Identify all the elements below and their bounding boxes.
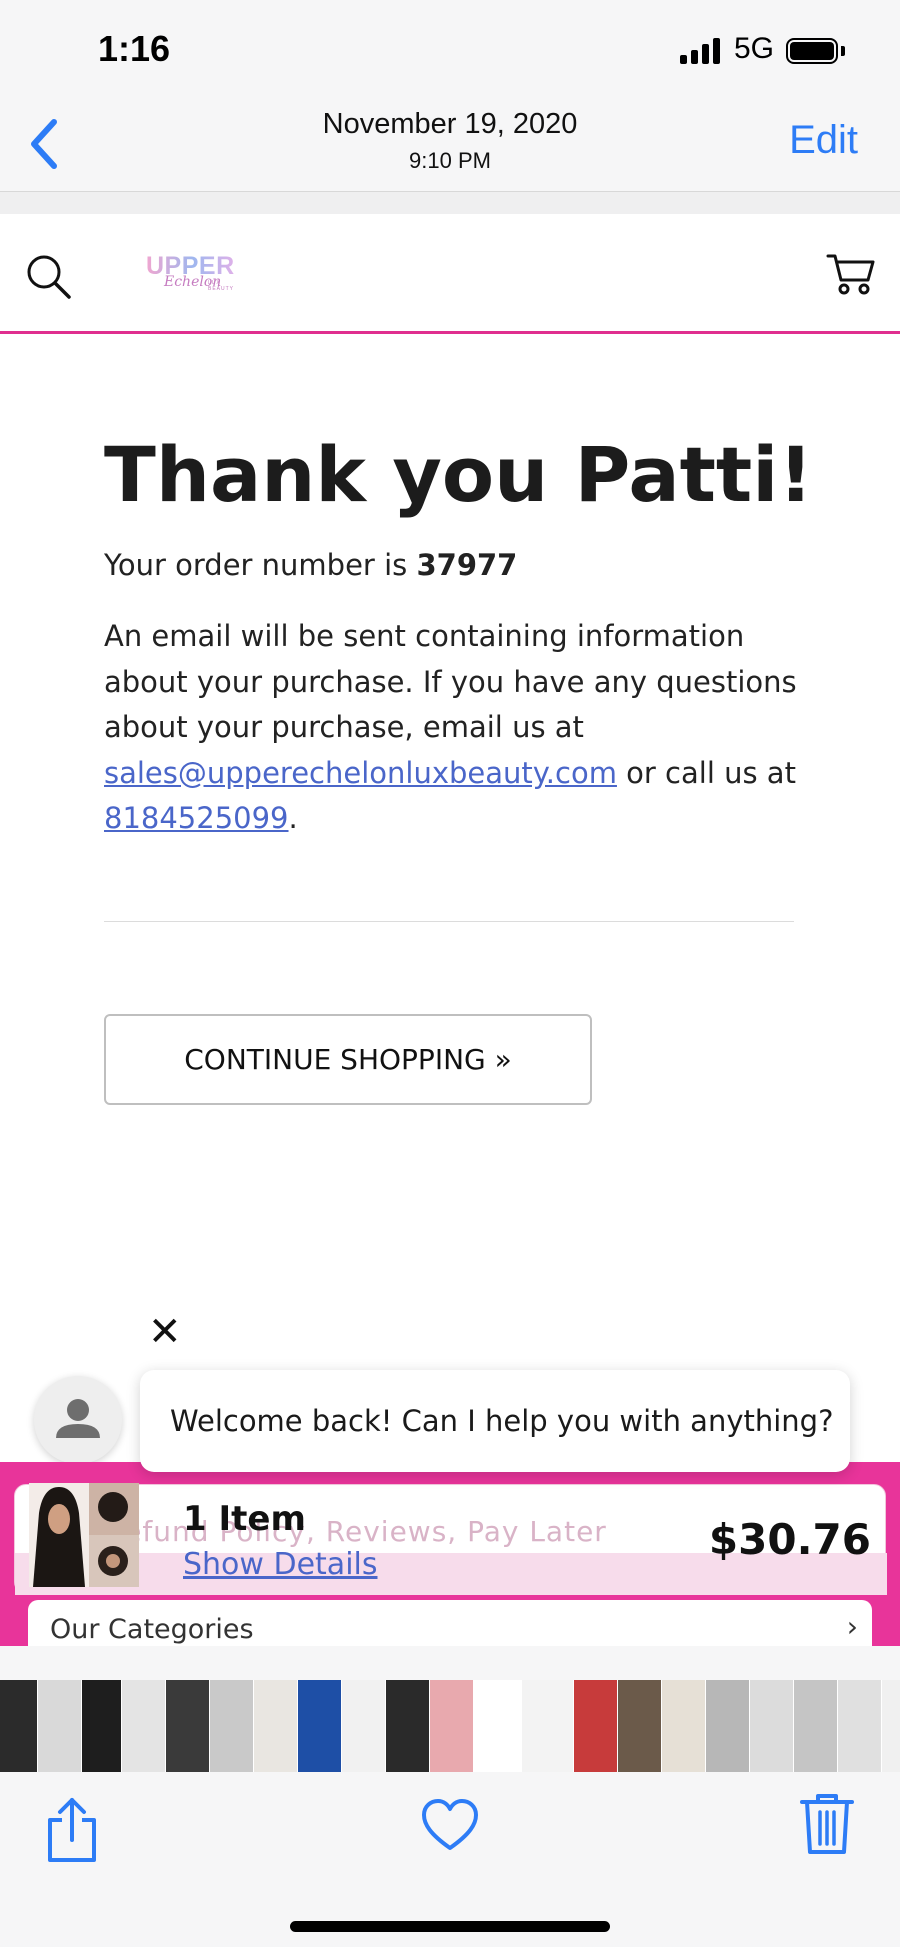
logo-subtitle: LUX BEAUTY xyxy=(208,280,235,292)
photo-thumbnail-strip[interactable] xyxy=(0,1680,900,1772)
show-details-link[interactable]: Show Details xyxy=(183,1547,378,1582)
categories-row[interactable]: Our Categories › xyxy=(28,1600,872,1646)
favorite-button[interactable] xyxy=(420,1796,480,1860)
photo-thumbnail[interactable] xyxy=(574,1680,618,1772)
photo-thumbnail[interactable] xyxy=(166,1680,210,1772)
confirmation-message: An email will be sent containing informa… xyxy=(104,614,824,842)
screenshot-gap xyxy=(0,192,900,214)
site-header: UPPER Echelon LUX BEAUTY xyxy=(0,214,900,334)
phone-link[interactable]: 8184525099 xyxy=(104,801,289,835)
person-icon xyxy=(56,1399,100,1438)
continue-shopping-button[interactable]: CONTINUE SHOPPING » xyxy=(104,1014,592,1105)
order-number: 37977 xyxy=(416,548,518,582)
photo-thumbnail[interactable] xyxy=(794,1680,838,1772)
photo-thumbnail[interactable] xyxy=(38,1680,82,1772)
chat-avatar[interactable] xyxy=(34,1376,122,1464)
screenshot-content[interactable]: UPPER Echelon LUX BEAUTY Thank you Patti… xyxy=(0,214,900,1646)
photo-thumbnail[interactable] xyxy=(0,1680,38,1772)
battery-icon xyxy=(786,38,838,64)
edit-button[interactable]: Edit xyxy=(789,118,858,163)
divider xyxy=(104,921,794,922)
status-bar: 1:16 5G xyxy=(0,0,900,100)
email-info-text: An email will be sent containing informa… xyxy=(104,619,797,744)
order-prefix: Your order number is xyxy=(104,548,417,582)
photo-date: November 19, 2020 xyxy=(322,108,578,140)
trash-icon xyxy=(800,1794,854,1854)
period: . xyxy=(288,801,298,835)
email-link[interactable]: sales@upperechelonluxbeauty.com xyxy=(104,756,617,790)
photo-thumbnail[interactable] xyxy=(474,1680,522,1772)
thank-you-heading: Thank you Patti! xyxy=(104,430,813,519)
call-text: or call us at xyxy=(616,755,796,790)
photo-thumbnail[interactable] xyxy=(82,1680,122,1772)
ghost-text: Refund Policy, Reviews, Pay Later xyxy=(105,1515,607,1548)
photo-thumbnail[interactable] xyxy=(342,1680,386,1772)
home-indicator xyxy=(290,1921,610,1932)
photo-thumbnail[interactable] xyxy=(122,1680,166,1772)
cart-icon[interactable] xyxy=(826,252,876,300)
battery-tip xyxy=(841,46,845,56)
categories-label: Our Categories xyxy=(50,1614,254,1645)
chevron-right-icon: › xyxy=(846,1610,858,1643)
photo-time: 9:10 PM xyxy=(409,148,491,173)
photo-thumbnail[interactable] xyxy=(210,1680,254,1772)
photo-header: November 19, 2020 9:10 PM Edit xyxy=(0,100,900,192)
photo-thumbnail[interactable] xyxy=(618,1680,662,1772)
share-button[interactable] xyxy=(42,1796,102,1868)
chat-message[interactable]: Welcome back! Can I help you with anythi… xyxy=(140,1370,850,1472)
cart-summary-bar[interactable]: Refund Policy, Reviews, Pay Later 1 Item… xyxy=(14,1483,887,1595)
photo-thumbnail[interactable] xyxy=(430,1680,474,1772)
cart-total: $30.76 xyxy=(708,1515,871,1564)
photo-thumbnail[interactable] xyxy=(522,1680,574,1772)
photo-thumbnail[interactable] xyxy=(254,1680,298,1772)
photo-thumbnail[interactable] xyxy=(838,1680,882,1772)
network-type: 5G xyxy=(734,32,775,65)
photo-thumbnail[interactable] xyxy=(706,1680,750,1772)
brand-logo[interactable]: UPPER Echelon LUX BEAUTY xyxy=(146,252,240,302)
photo-thumbnail[interactable] xyxy=(882,1680,900,1772)
order-number-line: Your order number is 37977 xyxy=(104,548,517,582)
chat-close-button[interactable]: ✕ xyxy=(148,1309,182,1355)
signal-icon xyxy=(680,38,720,64)
cart-item-count: 1 Item xyxy=(183,1499,306,1539)
delete-button[interactable] xyxy=(798,1790,856,1860)
photo-thumbnail[interactable] xyxy=(386,1680,430,1772)
photo-thumbnail[interactable] xyxy=(750,1680,794,1772)
status-time: 1:16 xyxy=(98,28,171,69)
product-thumbnail xyxy=(29,1483,139,1587)
photo-toolbar xyxy=(0,1772,900,1947)
heart-icon xyxy=(422,1799,478,1850)
share-icon xyxy=(48,1798,96,1862)
photo-thumbnail[interactable] xyxy=(298,1680,342,1772)
search-icon[interactable] xyxy=(24,252,72,304)
photo-thumbnail[interactable] xyxy=(662,1680,706,1772)
